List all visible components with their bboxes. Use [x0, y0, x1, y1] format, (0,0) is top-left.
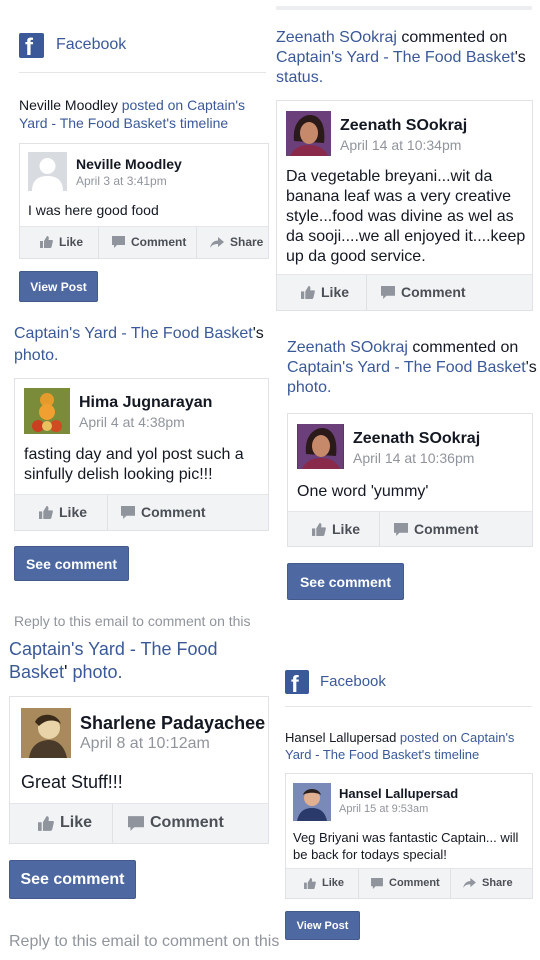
profile-silhouette-icon	[28, 152, 67, 191]
comment-author[interactable]: Hima Jugnarayan	[79, 394, 212, 412]
status-link[interactable]: status.	[276, 69, 323, 86]
comment-timestamp[interactable]: April 8 at 10:12am	[80, 735, 210, 753]
post-author[interactable]: Hansel Lallupersad	[339, 786, 458, 801]
comment-bubble-icon	[112, 236, 125, 248]
view-post-button[interactable]: View Post	[285, 911, 360, 940]
post-author[interactable]: Neville Moodley	[76, 156, 182, 172]
reply-instructions: Reply to this email to comment on this	[9, 933, 280, 950]
photo-link[interactable]: photo.	[287, 379, 331, 396]
comment-button[interactable]: Comment	[121, 504, 206, 520]
comment-button[interactable]: Comment	[394, 521, 479, 537]
post-timestamp[interactable]: April 3 at 3:41pm	[76, 174, 167, 188]
comment-author[interactable]: Sharlene Padayachee	[80, 713, 265, 734]
avatar	[297, 424, 344, 469]
like-button[interactable]: Like	[40, 235, 83, 249]
share-arrow-icon	[463, 878, 476, 888]
facebook-brand-label: Facebook	[56, 36, 127, 53]
see-comment-button[interactable]: See comment	[287, 563, 404, 600]
avatar	[293, 783, 331, 821]
actor-name[interactable]: Neville Moodley	[19, 97, 118, 113]
comment-action-bar: Like Comment	[15, 494, 268, 530]
comment-action-bar: Like Comment	[277, 274, 532, 310]
avatar	[286, 111, 331, 156]
comment-button[interactable]: Comment	[381, 284, 466, 300]
post-text: I was here good food	[28, 202, 159, 218]
notification-headline: Captain's Yard - The Food Basket' photo.	[9, 639, 218, 682]
facebook-logo-icon: f	[19, 33, 44, 58]
like-button[interactable]: Like	[39, 504, 87, 520]
actor-name[interactable]: Hansel Lallupersad	[285, 730, 396, 745]
comment-bubble-icon	[128, 815, 144, 831]
notification-headline: Neville Moodley posted on Captain's Yard…	[19, 96, 269, 132]
comment-author[interactable]: Zeenath SOokraj	[340, 117, 467, 135]
divider	[19, 72, 266, 73]
share-button[interactable]: Share	[210, 235, 263, 249]
avatar	[24, 388, 70, 434]
comment-text: Da vegetable breyani...wit da banana lea…	[286, 168, 526, 265]
like-button[interactable]: Like	[38, 814, 92, 832]
comment-timestamp[interactable]: April 14 at 10:36pm	[353, 450, 474, 466]
page-link[interactable]: Captain's Yard - The Food Basket	[276, 49, 515, 66]
comment-button[interactable]: Comment	[112, 235, 186, 249]
like-thumb-icon	[304, 877, 316, 889]
like-button[interactable]: Like	[312, 521, 360, 537]
actor-link[interactable]: Zeenath SOokraj	[276, 29, 397, 46]
comment-bubble-icon	[381, 285, 395, 299]
comment-card: Zeenath SOokraj April 14 at 10:36pm One …	[287, 413, 533, 547]
see-comment-button[interactable]: See comment	[14, 546, 129, 581]
comment-timestamp[interactable]: April 14 at 10:34pm	[340, 137, 461, 153]
actor-link[interactable]: Zeenath SOokraj	[287, 339, 408, 356]
facebook-brand-label: Facebook	[320, 673, 386, 690]
facebook-logo-icon: f	[285, 670, 309, 694]
like-thumb-icon	[301, 285, 315, 299]
divider	[276, 6, 532, 10]
notification-headline: Hansel Lallupersad posted on Captain's Y…	[285, 729, 530, 763]
like-thumb-icon	[39, 505, 53, 519]
comment-bubble-icon	[394, 522, 408, 536]
post-timestamp[interactable]: April 15 at 9:53am	[339, 803, 428, 815]
comment-text: Great Stuff!!!	[21, 772, 123, 792]
post-action-bar: Like Comment Share	[286, 868, 532, 898]
notification-headline: Zeenath SOokraj commented on Captain's Y…	[276, 29, 526, 86]
comment-card: Sharlene Padayachee April 8 at 10:12am G…	[9, 696, 269, 844]
notification-headline: Captain's Yard - The Food Basket's photo…	[14, 325, 264, 364]
reply-instructions: Reply to this email to comment on this	[14, 613, 251, 629]
divider	[285, 706, 532, 707]
comment-button[interactable]: Comment	[371, 877, 440, 889]
comment-button[interactable]: Comment	[128, 814, 224, 832]
like-button[interactable]: Like	[301, 284, 349, 300]
page-link[interactable]: Captain's Yard - The Food Basket	[14, 325, 253, 342]
share-arrow-icon	[210, 236, 224, 248]
like-button[interactable]: Like	[304, 877, 344, 889]
post-action-bar: Like Comment Share	[20, 226, 268, 258]
view-post-button[interactable]: View Post	[19, 271, 98, 302]
share-button[interactable]: Share	[463, 877, 513, 889]
page-link[interactable]: Captain's Yard - The Food Basket	[287, 359, 526, 376]
post-card: Hansel Lallupersad April 15 at 9:53am Ve…	[285, 773, 533, 899]
comment-bubble-icon	[371, 877, 383, 889]
photo-link[interactable]: photo.	[14, 347, 58, 364]
comment-text: One word 'yummy'	[297, 483, 429, 500]
like-thumb-icon	[312, 522, 326, 536]
comment-author[interactable]: Zeenath SOokraj	[353, 430, 480, 448]
comment-card: Hima Jugnarayan April 4 at 4:38pm fastin…	[14, 378, 269, 531]
comment-bubble-icon	[121, 505, 135, 519]
post-card: Neville Moodley April 3 at 3:41pm I was …	[19, 143, 269, 259]
like-thumb-icon	[38, 815, 54, 831]
avatar	[21, 708, 71, 758]
see-comment-button[interactable]: See comment	[9, 860, 136, 899]
comment-card: Zeenath SOokraj April 14 at 10:34pm Da v…	[276, 100, 533, 311]
comment-timestamp[interactable]: April 4 at 4:38pm	[79, 414, 185, 430]
comment-action-bar: Like Comment	[10, 803, 268, 843]
comment-text: fasting day and yol post such a sinfully…	[24, 446, 244, 483]
notification-headline: Zeenath SOokraj commented on Captain's Y…	[287, 339, 537, 396]
like-thumb-icon	[40, 236, 53, 248]
comment-action-bar: Like Comment	[288, 511, 532, 546]
post-text: Veg Briyani was fantastic Captain... wil…	[293, 830, 519, 862]
photo-link[interactable]: photo.	[72, 662, 122, 682]
